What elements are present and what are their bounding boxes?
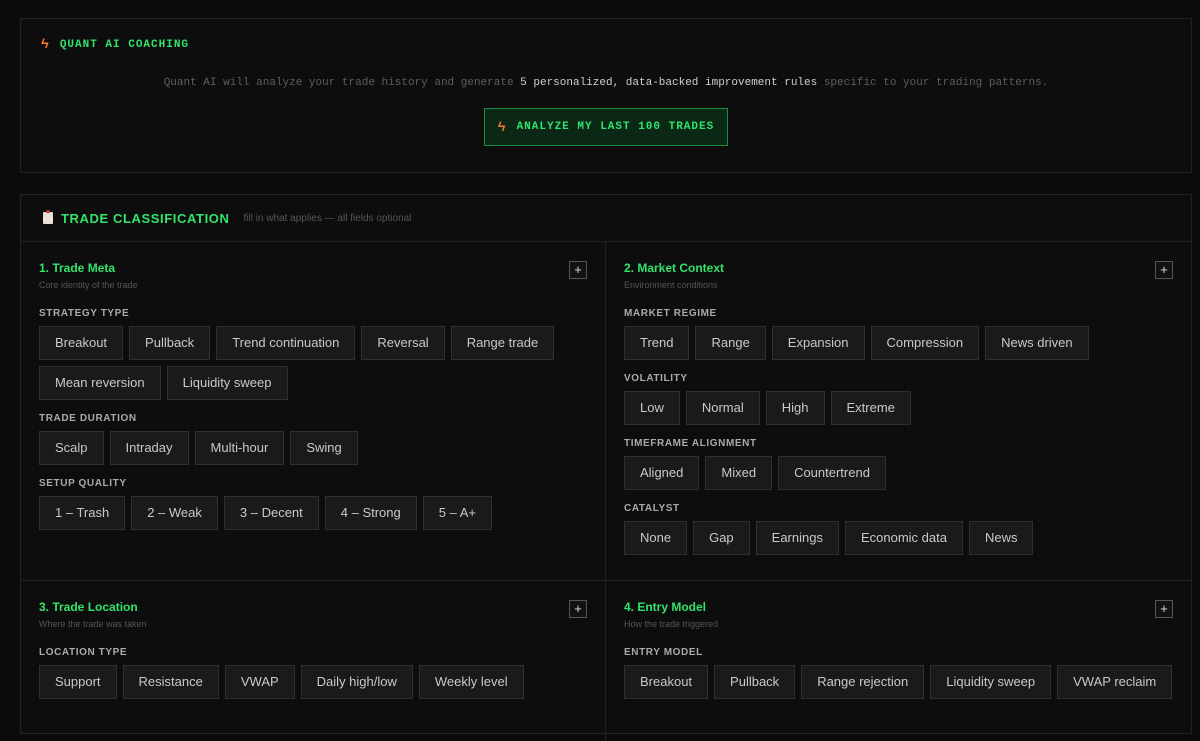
chip-vwap-reclaim[interactable]: VWAP reclaim bbox=[1057, 665, 1173, 699]
group-label-setup-quality: SETUP QUALITY bbox=[39, 478, 127, 489]
panel-subtitle: Environment conditions bbox=[624, 280, 718, 290]
chips-timeframe-alignment: Aligned Mixed Countertrend bbox=[624, 456, 1173, 490]
panel-subtitle: Core identity of the trade bbox=[39, 280, 138, 290]
chip-breakout[interactable]: Breakout bbox=[39, 326, 124, 360]
chip-none[interactable]: None bbox=[624, 521, 688, 555]
chip-news-driven[interactable]: News driven bbox=[985, 326, 1089, 360]
chip-range-trade[interactable]: Range trade bbox=[450, 326, 555, 360]
analyze-trades-button[interactable]: ϟ ANALYZE MY LAST 100 TRADES bbox=[484, 108, 728, 146]
group-label-catalyst: CATALYST bbox=[624, 503, 680, 514]
chip-compression[interactable]: Compression bbox=[870, 326, 980, 360]
chip-intraday[interactable]: Intraday bbox=[109, 431, 189, 465]
group-label-entry-model: ENTRY MODEL bbox=[624, 647, 703, 658]
chips-market-regime: Trend Range Expansion Compression News d… bbox=[624, 326, 1173, 360]
chip-quality-3[interactable]: 3 – Decent bbox=[223, 496, 319, 530]
chips-volatility: Low Normal High Extreme bbox=[624, 391, 1173, 425]
chip-quality-1[interactable]: 1 – Trash bbox=[39, 496, 126, 530]
panel-trade-meta: 1. Trade Meta Core identity of the trade… bbox=[21, 242, 606, 581]
group-label-trade-duration: TRADE DURATION bbox=[39, 413, 137, 424]
panel-trade-location: 3. Trade Location Where the trade was ta… bbox=[21, 581, 606, 741]
panel-entry-model: 4. Entry Model How the trade triggered +… bbox=[606, 581, 1191, 741]
coaching-description: Quant AI will analyze your trade history… bbox=[21, 77, 1191, 89]
chip-swing[interactable]: Swing bbox=[290, 431, 358, 465]
chip-pullback[interactable]: Pullback bbox=[129, 326, 211, 360]
chip-earnings[interactable]: Earnings bbox=[755, 521, 839, 555]
add-field-button[interactable]: + bbox=[1155, 600, 1173, 618]
classification-title: TRADE CLASSIFICATION bbox=[61, 210, 230, 226]
chip-weekly-level[interactable]: Weekly level bbox=[418, 665, 524, 699]
coaching-desc-bold: 5 personalized, data-backed improvement … bbox=[520, 77, 818, 89]
coaching-header: ϟ QUANT AI COACHING bbox=[41, 37, 189, 52]
trade-classification-card: TRADE CLASSIFICATION fill in what applie… bbox=[20, 194, 1192, 741]
panel-subtitle: How the trade triggered bbox=[624, 619, 719, 629]
chip-liquidity-sweep[interactable]: Liquidity sweep bbox=[930, 665, 1052, 699]
chip-vwap[interactable]: VWAP bbox=[224, 665, 295, 699]
add-field-button[interactable]: + bbox=[1155, 261, 1173, 279]
chip-trend[interactable]: Trend bbox=[624, 326, 690, 360]
group-label-location-type: LOCATION TYPE bbox=[39, 647, 128, 658]
chip-resistance[interactable]: Resistance bbox=[122, 665, 219, 699]
chip-extreme[interactable]: Extreme bbox=[830, 391, 911, 425]
chip-quality-2[interactable]: 2 – Weak bbox=[131, 496, 218, 530]
chips-catalyst: None Gap Earnings Economic data News bbox=[624, 521, 1173, 555]
chip-quality-4[interactable]: 4 – Strong bbox=[324, 496, 417, 530]
chip-breakout[interactable]: Breakout bbox=[624, 665, 709, 699]
analyze-button-label: ANALYZE MY LAST 100 TRADES bbox=[516, 121, 715, 133]
chip-daily-high-low[interactable]: Daily high/low bbox=[300, 665, 413, 699]
group-label-market-regime: MARKET REGIME bbox=[624, 308, 717, 319]
chip-mean-reversion[interactable]: Mean reversion bbox=[39, 366, 161, 400]
chip-expansion[interactable]: Expansion bbox=[771, 326, 865, 360]
add-field-button[interactable]: + bbox=[569, 261, 587, 279]
panel-title: 1. Trade Meta bbox=[39, 261, 116, 275]
chip-quality-5[interactable]: 5 – A+ bbox=[422, 496, 492, 530]
group-label-timeframe-alignment: TIMEFRAME ALIGNMENT bbox=[624, 438, 757, 449]
chips-trade-duration: Scalp Intraday Multi-hour Swing bbox=[39, 431, 587, 465]
panel-title: 4. Entry Model bbox=[624, 600, 707, 614]
chip-reversal[interactable]: Reversal bbox=[361, 326, 445, 360]
lightning-icon: ϟ bbox=[497, 119, 507, 135]
chip-support[interactable]: Support bbox=[39, 665, 117, 699]
chips-setup-quality: 1 – Trash 2 – Weak 3 – Decent 4 – Strong… bbox=[39, 496, 587, 530]
chip-scalp[interactable]: Scalp bbox=[39, 431, 104, 465]
group-label-strategy-type: STRATEGY TYPE bbox=[39, 308, 130, 319]
chip-mixed[interactable]: Mixed bbox=[705, 456, 773, 490]
chip-range[interactable]: Range bbox=[695, 326, 766, 360]
chip-pullback[interactable]: Pullback bbox=[714, 665, 796, 699]
panel-subtitle: Where the trade was taken bbox=[39, 619, 147, 629]
panel-title: 3. Trade Location bbox=[39, 600, 138, 614]
classification-header: TRADE CLASSIFICATION fill in what applie… bbox=[21, 195, 1191, 242]
chip-gap[interactable]: Gap bbox=[693, 521, 750, 555]
quant-ai-coaching-card: ϟ QUANT AI COACHING Quant AI will analyz… bbox=[20, 18, 1192, 173]
classification-subtitle: fill in what applies — all fields option… bbox=[243, 212, 412, 224]
coaching-title: QUANT AI COACHING bbox=[59, 38, 190, 51]
chips-entry-model: Breakout Pullback Range rejection Liquid… bbox=[624, 665, 1173, 699]
chip-normal[interactable]: Normal bbox=[685, 391, 760, 425]
chip-countertrend[interactable]: Countertrend bbox=[778, 456, 886, 490]
group-label-volatility: VOLATILITY bbox=[624, 373, 688, 384]
coaching-desc-post: specific to your trading patterns. bbox=[817, 77, 1049, 89]
chip-trend-continuation[interactable]: Trend continuation bbox=[216, 326, 356, 360]
panel-title: 2. Market Context bbox=[624, 261, 725, 275]
coaching-desc-pre: Quant AI will analyze your trade history… bbox=[163, 77, 521, 89]
chip-aligned[interactable]: Aligned bbox=[624, 456, 700, 490]
chip-low[interactable]: Low bbox=[624, 391, 680, 425]
chip-range-rejection[interactable]: Range rejection bbox=[801, 665, 925, 699]
chip-high[interactable]: High bbox=[765, 391, 825, 425]
lightning-icon: ϟ bbox=[41, 37, 50, 52]
chip-liquidity-sweep[interactable]: Liquidity sweep bbox=[166, 366, 288, 400]
chip-multi-hour[interactable]: Multi-hour bbox=[194, 431, 285, 465]
clipboard-icon bbox=[43, 210, 53, 224]
chips-strategy-type: Breakout Pullback Trend continuation Rev… bbox=[39, 326, 587, 400]
chips-location-type: Support Resistance VWAP Daily high/low W… bbox=[39, 665, 587, 699]
panel-market-context: 2. Market Context Environment conditions… bbox=[606, 242, 1191, 581]
chip-news[interactable]: News bbox=[968, 521, 1034, 555]
add-field-button[interactable]: + bbox=[569, 600, 587, 618]
chip-economic-data[interactable]: Economic data bbox=[844, 521, 963, 555]
